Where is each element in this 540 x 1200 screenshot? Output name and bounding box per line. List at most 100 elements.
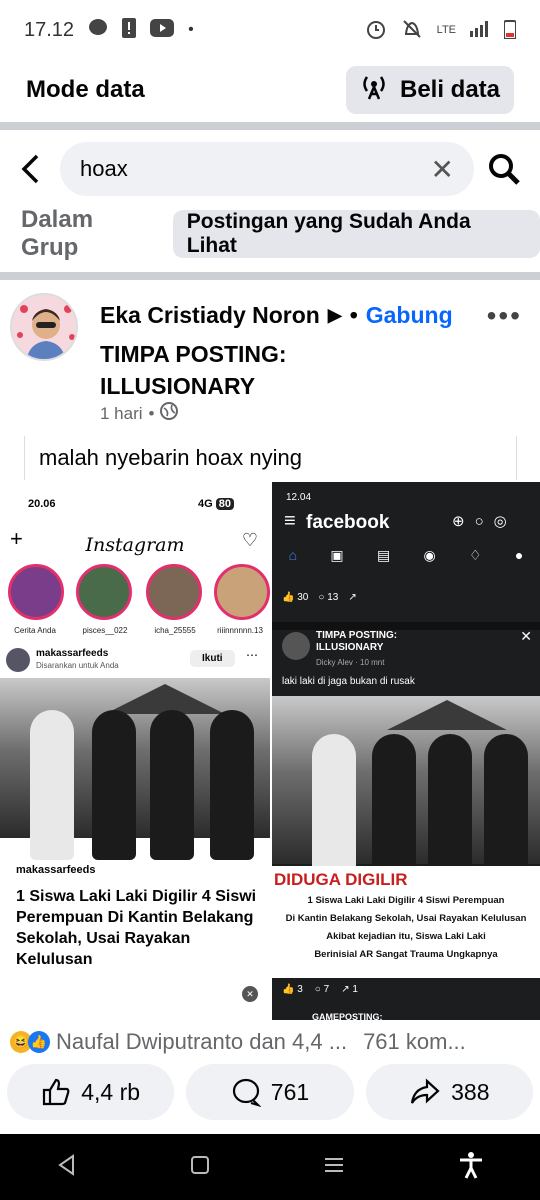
comment-icon [232,1078,261,1107]
bell-icon: ♢ [468,546,482,563]
buy-data-button[interactable]: Beli data [346,66,514,114]
divider [0,122,540,130]
arrow-right-icon: ▶ [327,305,342,325]
more-icon: ⋯ [246,648,258,662]
story-label: pisces__022 [82,626,128,635]
home-icon: ⌂ [288,547,298,563]
fb-comments: ○ 13 [318,592,339,603]
mute-icon: ✕ [242,986,258,1002]
filter-in-group[interactable]: Dalam Grup [21,206,157,262]
search-button[interactable] [474,152,534,186]
battery-icon [503,19,517,42]
story-avatar [76,564,132,620]
account-avatar [6,648,30,672]
fb-next-post: GAMEPOSTING: [312,1012,383,1020]
search-input[interactable]: hoax ✕ [60,142,474,196]
broadcast-icon [360,73,388,108]
system-nav-bar [0,1134,540,1200]
search-row: hoax ✕ [0,140,540,198]
post-meta: 1 hari • [100,402,179,425]
data-mode-bar: Mode data Beli data [0,60,540,120]
facebook-logo: facebook [306,512,390,533]
signal-icon [470,20,490,40]
reaction-summary[interactable]: 😆 👍 Naufal Dwiputranto dan 4,4 ... 761 k… [0,1024,540,1060]
mute-icon [401,18,423,43]
author-name[interactable]: Eka Cristiady Noron [100,302,320,329]
nav-home-icon[interactable] [190,1155,210,1180]
dot-separator: • [349,302,358,328]
nav-recents-icon[interactable] [323,1155,345,1180]
facebook-screenshot[interactable]: 12.04 ≡ facebook ⊕○◎ ⌂ ▣ ▤ ◉ ♢ ● 👍 30 ○ 13 ↗ … [272,482,540,1020]
story-avatar [214,564,270,620]
post-media[interactable]: 20.06 4G 80 + Instagram ♡ Cerita Anda pis… [0,482,540,1020]
instagram-logo: Instagram [85,534,185,556]
story-label: riiinnnnnn.13 [217,626,263,635]
brand-label: makassarfeeds [16,864,96,876]
globe-icon [160,402,179,425]
fb-likes: 👍 30 [282,592,309,603]
like-button[interactable]: 4,4 rb [7,1064,175,1120]
accessibility-icon[interactable] [458,1151,484,1184]
buy-data-label: Beli data [399,76,501,103]
nav-back-icon[interactable] [57,1153,77,1181]
back-button[interactable] [0,140,60,198]
menu-icon: ≡ [284,510,296,532]
video-icon: ▣ [330,546,344,563]
like-reaction-icon: 👍 [28,1031,50,1053]
fb-close-icon: ✕ [520,628,532,644]
status-bar: 17.12 • LTE [0,0,540,60]
alarm-icon [365,18,387,43]
fb-status-time: 12.04 [286,492,312,503]
clear-search-icon[interactable]: ✕ [431,153,454,186]
post-caption: malah nyebarin hoax nying [24,436,517,480]
story-avatar [8,564,64,620]
fb-reaction-stats: 👍 3 ○ 7 ↗ 1 [282,984,358,995]
story-avatar [146,564,202,620]
fb-news-card: DIDUGA DIGILIR 1 Siswa Laki Laki Digilir… [272,866,540,978]
news-photo [0,678,270,860]
share-icon [411,1078,440,1104]
comment-button[interactable]: 761 [186,1064,354,1120]
fb-top-icons: ⊕○◎ [452,513,517,530]
fb-banner: DIDUGA DIGILIR [274,870,408,889]
groups-icon: ◉ [423,546,436,563]
group-name[interactable]: TIMPA POSTING: ILLUSIONARY [100,338,360,402]
fb-tabbar: ⌂ ▣ ▤ ◉ ♢ ● [272,540,540,570]
instagram-screenshot[interactable]: 20.06 4G 80 + Instagram ♡ Cerita Anda pis… [0,482,270,1020]
fb-news-photo [272,696,540,884]
youtube-icon [150,18,175,42]
fb-caption: laki laki di jaga bukan di rusak [282,676,415,687]
search-query: hoax [80,156,128,181]
lte-label: LTE [436,24,456,36]
like-icon [43,1078,70,1106]
divider [0,272,540,280]
status-time: 17.12 [24,18,75,41]
share-button[interactable]: 388 [365,1064,533,1120]
story-label: icha_25555 [154,626,196,635]
fb-post-stats: 👍 30 ○ 13 ↗ [272,592,357,616]
story-label: Cerita Anda [14,626,56,635]
messenger-icon [88,18,108,43]
fb-poster: Dicky Alev · 10 mnt [316,658,385,667]
filter-chips: Dalam Grup Postingan yang Sudah Anda Lih… [0,206,540,262]
join-button[interactable]: Gabung [366,302,453,329]
reaction-names: Naufal Dwiputranto dan 4,4 ... [56,1029,348,1054]
fb-group-avatar [282,632,310,660]
ig-headline: 1 Siswa Laki Laki Digilir 4 Siswi Peremp… [16,888,257,968]
alert-icon [122,17,137,43]
market-icon: ▤ [376,546,391,563]
follow-button: Ikuti [190,650,235,667]
comment-count-label: 761 kom... [363,1029,466,1054]
comment-count: 761 [270,1078,310,1105]
avatar[interactable] [10,293,78,361]
profile-icon: ● [514,547,524,563]
search-icon [489,154,520,185]
share-count: 388 [451,1078,490,1105]
post-time[interactable]: 1 hari [100,404,143,424]
ig-status: 20.06 4G 80 [28,498,234,510]
heart-icon: ♡ [241,530,258,550]
filter-seen-posts[interactable]: Postingan yang Sudah Anda Lihat [172,210,540,258]
account-name: makassarfeeds [36,648,109,659]
more-options-icon[interactable]: ••• [487,300,522,332]
like-count: 4,4 rb [81,1078,141,1105]
